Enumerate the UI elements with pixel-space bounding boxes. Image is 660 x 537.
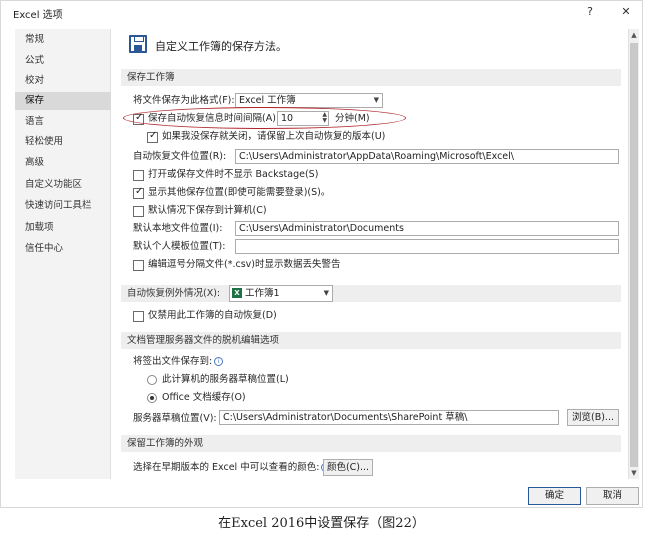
drafts-location-label: 服务器草稿位置(V): xyxy=(133,413,217,424)
nav-item-trust-center[interactable]: 信任中心 xyxy=(15,240,111,258)
csv-warning-checkbox[interactable] xyxy=(133,260,144,271)
disable-autorecover-checkbox[interactable] xyxy=(133,311,144,322)
nav-item-accessibility[interactable]: 轻松使用 xyxy=(15,133,111,151)
help-button[interactable]: ? xyxy=(579,4,601,20)
csv-warning-label: 编辑逗号分隔文件(*.csv)时显示数据丢失警告 xyxy=(148,259,341,270)
colors-button[interactable]: 颜色(C)... xyxy=(323,459,373,476)
chevron-down-icon: ▼ xyxy=(323,289,329,297)
drafts-location-input[interactable]: C:\Users\Administrator\Documents\SharePo… xyxy=(219,410,559,425)
nav-item-customize-ribbon[interactable]: 自定义功能区 xyxy=(15,176,111,194)
server-drafts-label: 此计算机的服务器草稿位置(L) xyxy=(162,374,289,385)
nav-item-save[interactable]: 保存 xyxy=(15,92,111,110)
save-format-value: Excel 工作簿 xyxy=(239,95,296,106)
colors-label: 选择在早期版本的 Excel 中可以查看的颜色:i xyxy=(133,461,331,475)
keep-last-version-checkbox[interactable] xyxy=(147,130,158,143)
highlight-oval-annotation xyxy=(123,107,406,129)
no-backstage-checkbox[interactable] xyxy=(133,170,144,181)
save-to-computer-label: 默认情况下保存到计算机(C) xyxy=(148,205,267,216)
ok-button[interactable]: 确定 xyxy=(528,487,581,505)
save-format-select[interactable]: Excel 工作簿 ▼ xyxy=(235,93,383,108)
nav-item-formulas[interactable]: 公式 xyxy=(15,52,111,70)
options-nav: 常规 公式 校对 保存 语言 轻松使用 高级 自定义功能区 快速访问工具栏 加载… xyxy=(15,29,111,479)
workbook-select[interactable]: X 工作簿1 ▼ xyxy=(229,285,333,302)
default-local-location-label: 默认本地文件位置(I): xyxy=(133,223,223,234)
section-autorecover-exceptions: 自动恢复例外情况(X): xyxy=(121,285,621,302)
autorecover-location-label: 自动恢复文件位置(R): xyxy=(133,151,227,162)
info-icon: i xyxy=(214,357,224,366)
office-cache-label: Office 文档缓存(O) xyxy=(162,392,246,403)
nav-item-general[interactable]: 常规 xyxy=(15,31,111,49)
disable-autorecover-label: 仅禁用此工作簿的自动恢复(D) xyxy=(148,310,277,321)
nav-item-advanced[interactable]: 高级 xyxy=(15,154,111,172)
browse-button[interactable]: 浏览(B)... xyxy=(567,409,619,426)
show-additional-locations-label: 显示其他保存位置(即使可能需要登录)(S)。 xyxy=(148,187,331,198)
personal-templates-input[interactable] xyxy=(235,239,619,254)
show-additional-locations-checkbox[interactable] xyxy=(133,186,144,199)
panel-header-text: 自定义工作簿的保存方法。 xyxy=(155,40,287,53)
default-local-location-input[interactable]: C:\Users\Administrator\Documents xyxy=(235,221,619,236)
chevron-down-icon: ▼ xyxy=(373,96,379,104)
workbook-value: 工作簿1 xyxy=(245,288,280,299)
office-cache-radio[interactable] xyxy=(147,393,157,403)
save-format-label: 将文件保存为此格式(F): xyxy=(133,95,235,106)
figure-caption: 在Excel 2016中设置保存（图22） xyxy=(218,516,425,531)
personal-templates-label: 默认个人模板位置(T): xyxy=(133,241,226,252)
nav-item-addins[interactable]: 加载项 xyxy=(15,219,111,237)
section-save-workbooks: 保存工作簿 xyxy=(121,69,621,86)
save-options-panel: 自定义工作簿的保存方法。 保存工作簿 将文件保存为此格式(F): Excel 工… xyxy=(117,29,627,479)
autorecover-exceptions-label: 自动恢复例外情况(X): xyxy=(127,288,221,299)
close-button[interactable]: ✕ xyxy=(615,4,637,20)
server-drafts-radio[interactable] xyxy=(147,375,157,385)
save-to-computer-checkbox[interactable] xyxy=(133,206,144,217)
nav-item-quick-access-toolbar[interactable]: 快速访问工具栏 xyxy=(15,197,111,215)
checkout-location-label: 将签出文件保存到: i xyxy=(133,355,224,369)
vertical-scrollbar[interactable]: ▲ ▼ xyxy=(628,29,639,479)
no-backstage-label: 打开或保存文件时不显示 Backstage(S) xyxy=(148,169,319,180)
section-offline-editing: 文档管理服务器文件的脱机编辑选项 xyxy=(121,332,621,349)
keep-last-version-label: 如果我没保存就关闭，请保留上次自动恢复的版本(U) xyxy=(162,131,386,142)
cancel-button[interactable]: 取消 xyxy=(586,487,639,505)
excel-options-dialog: Excel 选项 ? ✕ 常规 公式 校对 保存 语言 轻松使用 高级 自定义功… xyxy=(0,0,643,508)
save-icon xyxy=(129,35,147,53)
excel-icon: X xyxy=(232,288,242,298)
nav-item-language[interactable]: 语言 xyxy=(15,113,111,131)
nav-item-proofing[interactable]: 校对 xyxy=(15,72,111,90)
section-preserve-visual: 保留工作簿的外观 xyxy=(121,435,621,452)
scroll-down-icon[interactable]: ▼ xyxy=(629,467,639,479)
title-bar: Excel 选项 ? ✕ xyxy=(1,1,642,23)
scroll-up-icon[interactable]: ▲ xyxy=(629,29,639,41)
window-title: Excel 选项 xyxy=(13,10,63,21)
autorecover-location-input[interactable]: C:\Users\Administrator\AppData\Roaming\M… xyxy=(235,149,619,164)
scroll-thumb[interactable] xyxy=(630,43,638,467)
